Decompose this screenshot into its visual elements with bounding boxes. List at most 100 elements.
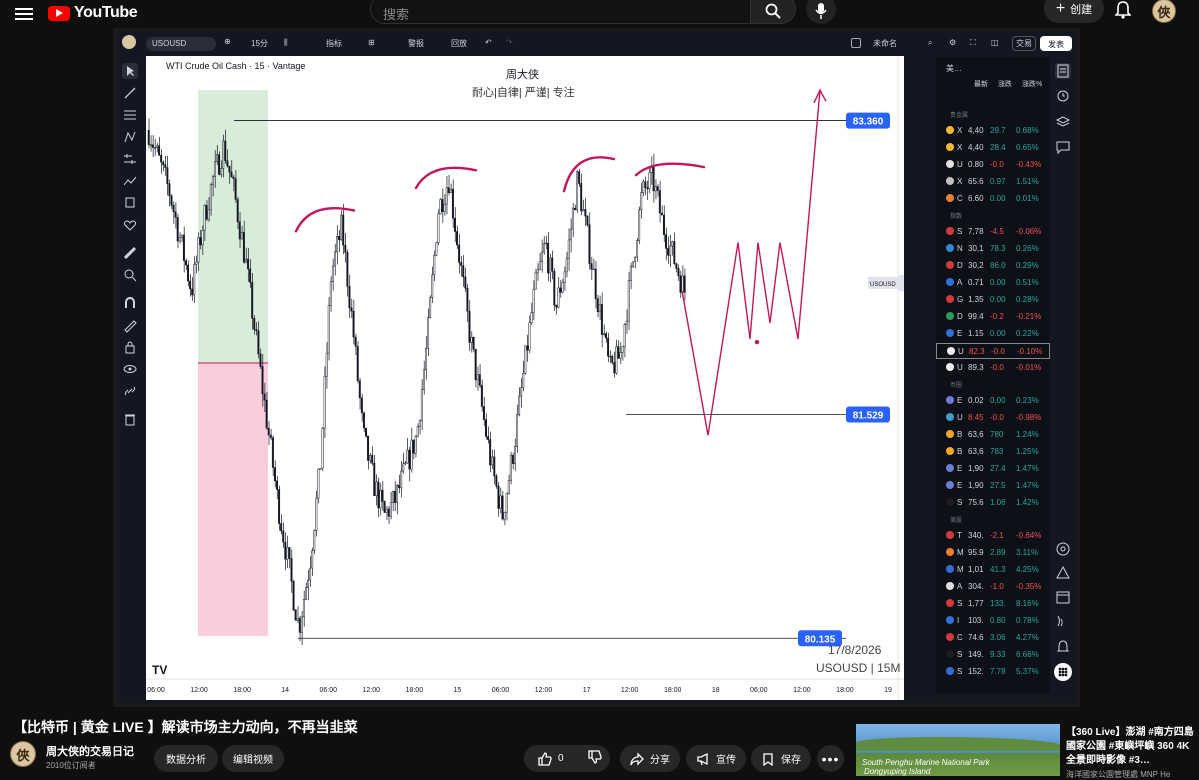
ruler-icon[interactable] [122,245,138,261]
pattern-tool-icon[interactable] [122,129,138,145]
search-input[interactable]: 搜索 [370,0,751,24]
watchlist-row[interactable]: C 74.6 3.06 4.27% [936,630,1050,646]
watchlist-row[interactable]: B 63,6 783 1.25% [936,444,1050,460]
account-avatar[interactable]: 俠 [1152,0,1176,23]
indicators-button[interactable]: 指标 [326,38,342,49]
share-button[interactable]: 分享 [620,745,680,772]
more-actions-button[interactable]: ••• [817,745,844,772]
watchlist-section[interactable]: 指数 [950,211,962,220]
settings-icon[interactable]: ⚙ [949,38,956,47]
eye-icon[interactable] [122,361,138,377]
watchlist-row[interactable]: M 95.9 2.89 3.11% [936,545,1050,561]
edit-video-button[interactable]: 编辑视频 [222,745,284,772]
layout-name[interactable]: 未命名 [873,38,897,49]
related-video-thumbnail[interactable]: South Penghu Marine National Park Dongyu… [856,724,1060,776]
watchlist-row[interactable]: E 1,90 27.4 1.47% [936,461,1050,477]
price-chart[interactable]: 83.36081.52980.135USOUSD82.34904:11 83.6… [146,56,920,700]
alarm-icon[interactable] [1055,87,1071,103]
trade-button[interactable]: 交易 [1012,36,1036,51]
watchlist-row[interactable]: E 1,90 27.5 1.47% [936,478,1050,494]
layout-icon[interactable]: ⊞ [368,38,375,47]
watchlist-row[interactable]: S 75.6 1.06 1.42% [936,495,1050,511]
cursor-tool-icon[interactable] [122,63,138,79]
save-button[interactable]: 保存 [751,745,811,772]
watchlist-row[interactable]: A 0.71 0.00 0.51% [936,275,1050,291]
notifications-button[interactable] [1113,0,1133,20]
candle-type-icon[interactable]: ⫼ [284,38,288,48]
lock-pen-icon[interactable] [122,317,138,333]
lock-icon[interactable] [122,339,138,355]
text-tool-icon[interactable] [122,195,138,211]
watchlist-row[interactable]: U 89.3 -0.0 -0.01% [936,360,1050,376]
menu-icon[interactable] [14,4,34,24]
layers-icon[interactable] [1055,113,1071,129]
add-symbol-icon[interactable]: ⊕ [224,37,231,46]
watchlist-row[interactable]: S 7,78 -4.5 -0.06% [936,224,1050,240]
watchlist-row[interactable]: D 99.4 -0.2 -0.21% [936,309,1050,325]
watchlist-row[interactable]: C 6.60 0.00 0.01% [936,191,1050,207]
microphone-button[interactable] [806,0,836,24]
watchlist-row[interactable]: B 63,6 780 1.24% [936,427,1050,443]
brush-tool-icon[interactable] [122,173,138,189]
watchlist-row[interactable]: U 8.45 -0.0 -0.98% [936,410,1050,426]
trend-line-icon[interactable] [122,85,138,101]
undo-icon[interactable]: ↶ [485,38,492,47]
promote-button[interactable]: 宣传 [686,745,746,772]
interval-select[interactable]: 15分 [251,38,268,49]
stream-icon[interactable] [1055,613,1071,629]
analytics-button[interactable]: 数据分析 [154,745,218,772]
calendar-icon[interactable] [1055,589,1071,605]
watchlist-row[interactable]: T 340. -2.1 -0.64% [936,528,1050,544]
watchlist-row[interactable]: S 152. 7.78 5.37% [936,664,1050,680]
watchlist-row[interactable]: S 149. 9.33 6.66% [936,647,1050,663]
create-button[interactable]: + 创建 [1044,0,1104,23]
prediction-tool-icon[interactable] [122,151,138,167]
chat-icon[interactable] [1055,139,1071,155]
ideas-icon[interactable] [1055,565,1071,581]
zoom-in-icon[interactable] [122,267,138,283]
watchlist-row[interactable]: X 4,40 28.4 0.65% [936,140,1050,156]
layout-checkbox[interactable] [851,38,861,48]
target-icon[interactable] [1055,541,1071,557]
fullscreen-icon[interactable]: ⛶ [970,38,976,48]
publish-button[interactable]: 发表 [1040,36,1072,51]
link-icon[interactable] [122,383,138,399]
watchlist-section[interactable]: 贵金属 [950,110,968,119]
dislike-button[interactable] [587,750,602,767]
like-button[interactable]: 0 [538,751,564,766]
notification-icon[interactable] [1055,639,1071,655]
chart-svg[interactable]: 83.36081.52980.135USOUSD82.34904:11 83.6… [146,56,904,700]
watchlist-row[interactable]: M 1,01 41.3 4.25% [936,562,1050,578]
camera-icon[interactable]: ◫ [991,38,999,47]
alert-button[interactable]: 警报 [408,38,424,49]
watchlist-row[interactable]: A 304. -1.0 -0.35% [936,579,1050,595]
symbol-search[interactable]: USOUSD [146,37,216,51]
channel-name[interactable]: 周大侠的交易日记 [46,743,134,759]
related-video-title[interactable]: 【360 Live】澎湖 #南方四島國家公園 #東嶼坪嶼 360 4K全景即時影… [1066,726,1196,768]
watchlist-row[interactable]: N 30,1 78.3 0.26% [936,241,1050,257]
tv-avatar[interactable] [122,35,136,49]
trash-icon[interactable] [122,411,138,427]
redo-icon[interactable]: ↷ [506,38,513,47]
watchlist-section[interactable]: 美股 [950,515,962,524]
replay-button[interactable]: 回放 [451,38,467,49]
watchlist-row[interactable]: G 1.35 0.00 0.28% [936,292,1050,308]
watchlist-section[interactable]: 币圈 [950,380,962,389]
favorites-icon[interactable] [122,217,138,233]
watchlist-row[interactable]: X 65.6 0.97 1.51% [936,174,1050,190]
magnet-icon[interactable] [122,295,138,311]
watchlist-row[interactable]: U 82.3 -0.0 -0.10% [936,343,1050,359]
watchlist-row[interactable]: X 4,40 29.7 0.68% [936,123,1050,139]
search-icon[interactable]: ⌕ [928,38,932,48]
watchlist-row[interactable]: U 0.80 -0.0 -0.43% [936,157,1050,173]
youtube-logo[interactable]: YouTube [48,3,138,23]
watchlist-row[interactable]: I 103. 0.80 0.78% [936,613,1050,629]
watchlist-row[interactable]: D 30,2 86.0 0.29% [936,258,1050,274]
search-button[interactable] [750,0,796,24]
watchlist-row[interactable]: E 1.15 0.00 0.22% [936,326,1050,342]
apps-icon[interactable] [1054,663,1072,681]
channel-avatar[interactable]: 俠 [10,741,36,767]
watchlist-row[interactable]: S 1,77 133. 8.16% [936,596,1050,612]
fib-tool-icon[interactable] [122,107,138,123]
watchlist-row[interactable]: E 0.02 0.00 0.23% [936,393,1050,409]
